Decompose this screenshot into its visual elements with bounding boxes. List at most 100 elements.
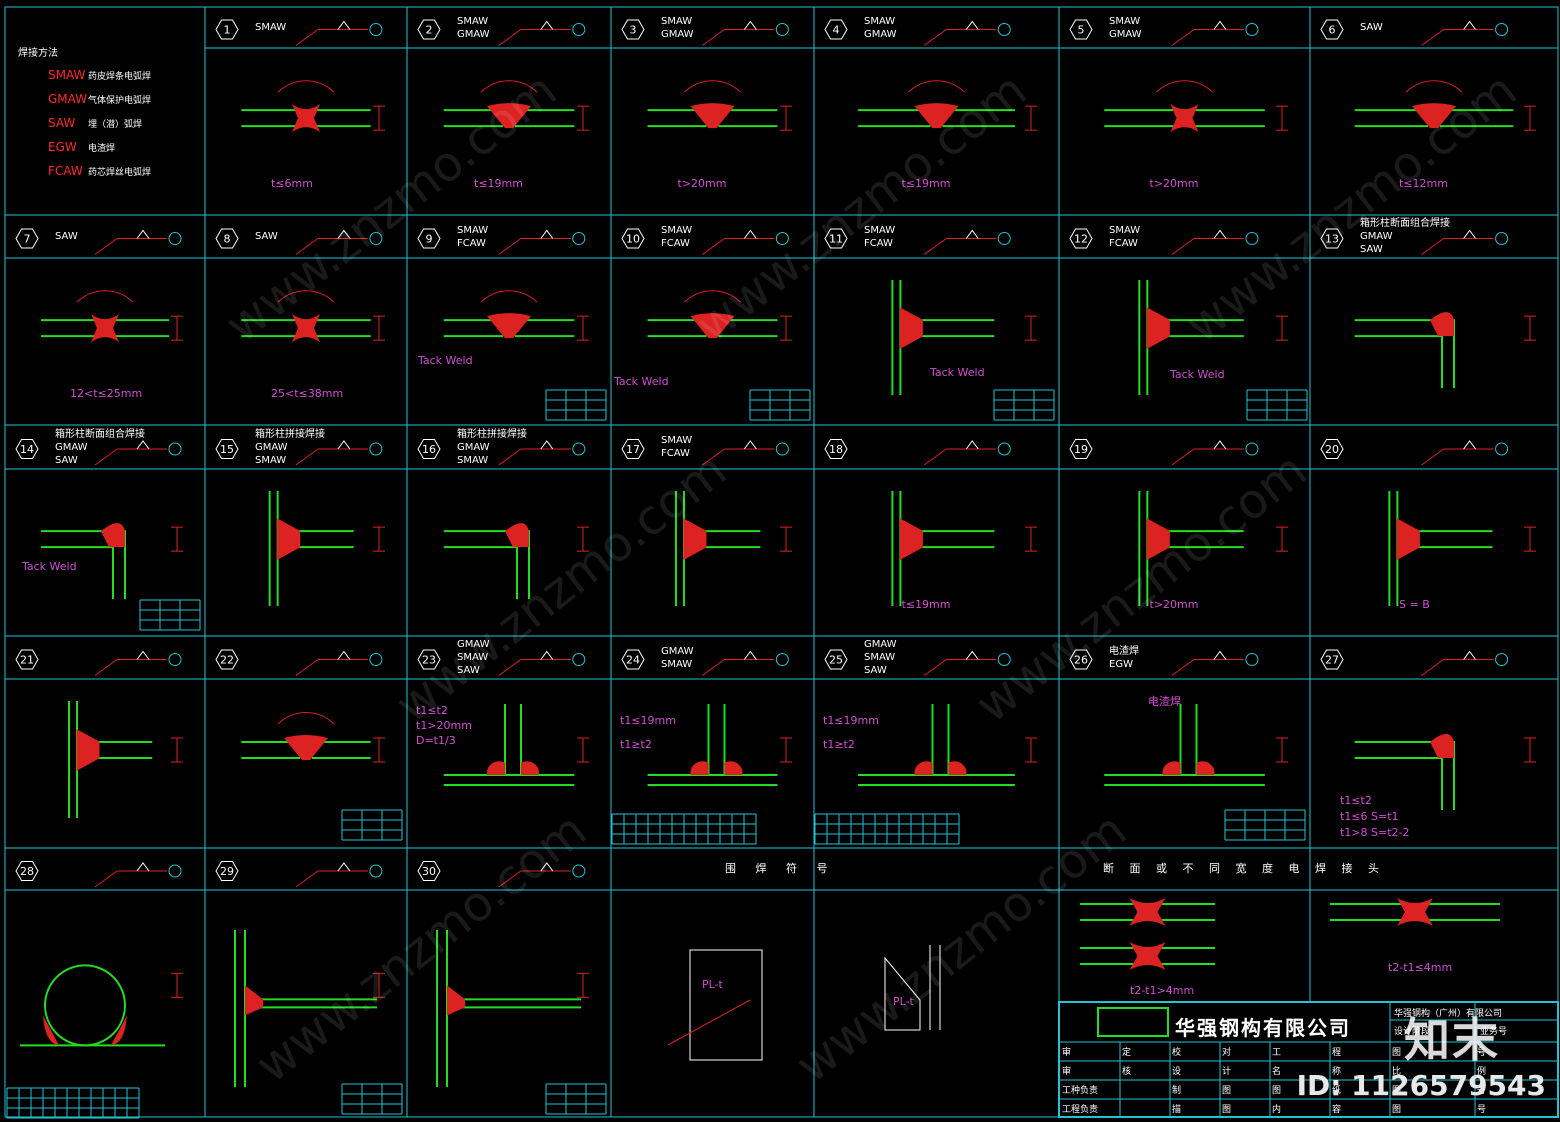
weld-process-label: SAW [255, 231, 278, 242]
tail-circle [775, 442, 789, 456]
weld-symbol-mark [1213, 440, 1227, 450]
weld-detail-9 [443, 290, 589, 341]
legend-item: SAW 埋（潜）弧焊 [48, 116, 142, 130]
dimension-table [6, 1087, 140, 1119]
leader-line [702, 238, 725, 255]
panel-number: 9 [426, 233, 433, 246]
weld-detail-15 [268, 491, 385, 606]
weld-bead [690, 761, 709, 775]
thickness-caption: t≤6mm [271, 177, 313, 190]
angle-dimension [684, 80, 741, 93]
panel-number: 2 [426, 24, 433, 37]
tail-circle [1245, 232, 1259, 245]
leader-line [295, 870, 319, 888]
panel-number: 22 [220, 654, 234, 667]
weld-detail-26 [1104, 704, 1288, 786]
tail-circle [775, 653, 789, 666]
panel-number: 30 [422, 865, 436, 878]
tail-circle [369, 864, 383, 878]
panel-number: 8 [224, 233, 231, 246]
tail-circle [997, 23, 1011, 36]
weld-detail-21 [68, 701, 183, 818]
tail-circle [1495, 653, 1509, 666]
weld-symbol-mark [1213, 20, 1227, 30]
legend-desc: 埋（潜）弧焊 [88, 120, 143, 130]
panel-grid [4, 6, 1559, 1118]
weld-process-label: SMAW FCAW [1109, 224, 1141, 249]
leader-line [1171, 448, 1195, 466]
title-block-cell: 图 [1272, 1086, 1282, 1096]
angle-dimension [1405, 80, 1463, 93]
tail-circle [369, 442, 383, 456]
weld-process-label: SMAW GMAW [661, 15, 694, 40]
weld-bead [111, 1015, 127, 1046]
weld-symbol-mark [337, 20, 351, 30]
dimension-note: D=t1/3 [416, 734, 456, 747]
dimension-note: t2-t1>4mm [1130, 984, 1195, 997]
weld-process-label: SMAW FCAW [661, 224, 693, 249]
leader-line [1171, 29, 1195, 46]
panel-number: 14 [20, 443, 34, 456]
title-block-cell: 工 [1272, 1048, 1282, 1058]
weld-detail-1 [241, 80, 385, 133]
tail-circle [168, 442, 182, 456]
dimension-table [1224, 809, 1306, 841]
weld-bead [277, 518, 301, 560]
tail-circle [572, 23, 586, 36]
tail-circle [1495, 442, 1509, 456]
tail-circle [1245, 23, 1259, 36]
leader-line [295, 29, 319, 46]
weld-bead [292, 104, 320, 133]
leader-line [702, 29, 725, 46]
leader-line [923, 659, 947, 676]
title-block-cell: 计 [1222, 1067, 1232, 1077]
leader-line [1421, 659, 1444, 676]
panel-number: 5 [1078, 24, 1085, 37]
weld-process-label: 电渣焊 EGW [1109, 645, 1139, 670]
dimension-table [545, 389, 607, 421]
title-block-cell: 号 [1477, 1105, 1487, 1115]
sheet-border [4, 6, 1559, 1118]
weld-process-label: SAW [55, 231, 78, 242]
legend-item: GMAW气体保护电弧焊 [48, 92, 151, 106]
panel-number: 4 [833, 24, 840, 37]
weld-symbol-mark [136, 650, 150, 660]
tail-circle [997, 232, 1011, 245]
dimension-note: t1≤6 S=t1 [1340, 810, 1399, 823]
title-block-cell: 图 [1222, 1105, 1232, 1115]
channel-section [689, 949, 763, 1061]
weld-symbol-mark [743, 229, 757, 239]
weld-bead [505, 523, 529, 548]
legend-desc: 气体保护电弧焊 [88, 96, 152, 106]
dimension-note: Tack Weld [418, 354, 473, 367]
leader-line [702, 659, 725, 676]
panel-number: 16 [422, 443, 436, 456]
weld-bead [1430, 312, 1454, 337]
thickness-caption: 25<t≤38mm [271, 387, 344, 400]
weld-symbol-mark [136, 229, 150, 239]
dimension-table [993, 389, 1055, 421]
weld-bead [43, 1015, 59, 1046]
title-block-cell: 校 [1172, 1048, 1182, 1058]
weld-bead [1196, 761, 1215, 775]
weld-bead [284, 734, 328, 760]
legend-desc: 药皮焊条电弧焊 [88, 72, 152, 82]
dimension-note: t1≤t2 [1340, 794, 1372, 807]
pipe-section [44, 964, 126, 1047]
weld-detail-20 [1388, 491, 1536, 606]
leader-line [94, 870, 118, 888]
panel-number: 28 [20, 865, 34, 878]
thickness-caption: t≤19mm [474, 177, 523, 190]
panel-number: 15 [220, 443, 234, 456]
panel-number: 24 [626, 654, 640, 667]
weld-symbol-mark [1213, 229, 1227, 239]
weld-symbol-mark [965, 650, 979, 660]
weld-process-label: SMAW GMAW [1109, 15, 1142, 40]
weld-process-label: 箱形柱断面组合焊接 GMAW SAW [55, 428, 145, 466]
tail-circle [369, 653, 383, 666]
weld-process-label: SMAW GMAW [457, 15, 490, 40]
weld-detail-22 [241, 712, 385, 763]
weld-symbol-mark [1463, 440, 1476, 450]
legend-item: SMAW 药皮焊条电弧焊 [48, 68, 151, 82]
title-block-cell: 对 [1222, 1048, 1232, 1058]
